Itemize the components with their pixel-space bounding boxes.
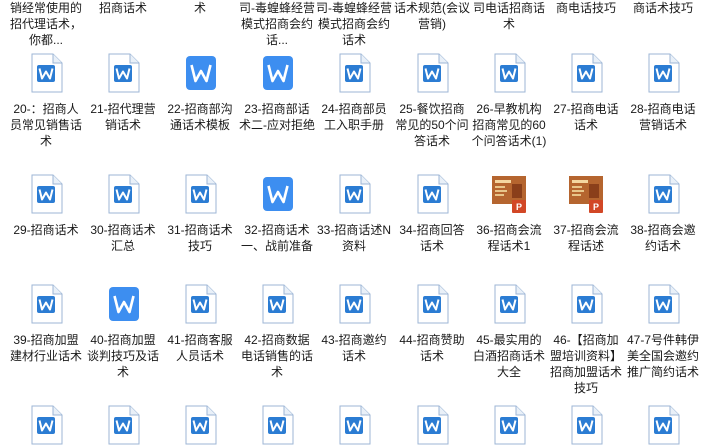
word-doc-icon [106,53,140,93]
file-name-label: 27-招商电话话术 [553,102,619,132]
svg-text:P: P [593,202,599,212]
wps-word-icon [260,174,294,214]
word-doc-icon [492,405,526,445]
file-name-label: 招商话术 [98,1,147,15]
file-name-label: 34-招商回答话术 [399,223,465,253]
word-doc-icon [415,53,449,93]
ppt-thumbnail-icon: P [492,174,526,214]
file-name-label: 司-毒蝗蜂经营模式招商会约话术 [316,1,392,47]
word-doc-icon [337,53,371,93]
word-doc-icon [646,53,680,93]
file-name-label: 26-早教机构 招商常见的60个问答话术(1) [471,102,547,148]
word-doc-icon [29,53,63,93]
word-doc-icon [183,174,217,214]
word-doc-icon [337,284,371,324]
file-name-label: 21-招代理营销话术 [90,102,156,132]
file-name-label: 44-招商赞助话术 [399,333,465,363]
file-name-label: 24-招商部员工入职手册 [321,102,387,132]
file-name-label: 42-招商数据电话销售的话术 [240,333,313,379]
file-name-label: 29-招商话术 [13,223,79,237]
file-name-label: 45-最实用的白酒招商话术大全 [472,333,545,379]
word-doc-icon [415,284,449,324]
file-name-label: 37-招商会流程话述 [553,223,619,253]
word-doc-icon [569,53,603,93]
wps-word-icon [183,53,217,93]
file-name-label: 20-：招商人员常见销售话术 [9,102,82,148]
word-doc-icon [337,405,371,445]
ppt-thumbnail-icon: P [569,174,603,214]
word-doc-icon [415,405,449,445]
word-doc-icon [29,284,63,324]
file-name-label: 术 [193,1,206,15]
file-name-label: 22-招商部沟通话术模板 [167,102,233,132]
word-doc-icon [260,405,294,445]
word-doc-icon [646,405,680,445]
word-doc-icon [260,284,294,324]
svg-text:P: P [516,202,522,212]
file-name-label: 47-7号件韩伊美全国会邀约推广简约话术 [626,333,700,379]
file-name-label: 40-招商加盟谈判技巧及话术 [86,333,159,379]
file-name-label: 46-【招商加盟培训资料】招商加盟话术技巧 [549,333,622,395]
file-name-label: 33-招商话述N资料 [316,223,391,253]
file-name-label: 43-招商邀约话术 [321,333,387,363]
file-name-label: 司电话招商话术 [472,1,545,31]
file-name-label: 25-餐饮招商常见的50个问答话术 [395,102,469,148]
file-grid: 销经常使用的招代理话术，你都... 招商话术术司-毒蝗蜂经营模式招商会约话... 司… [0,0,710,445]
file-name-label: 销经常使用的招代理话术，你都... [9,1,82,47]
word-doc-icon [646,174,680,214]
wps-word-icon [260,53,294,93]
word-doc-icon [415,174,449,214]
word-doc-icon [29,174,63,214]
file-name-label: 30-招商话术汇总 [90,223,156,253]
word-doc-icon [106,174,140,214]
file-name-label: 39-招商加盟建材行业话术 [9,333,82,363]
file-name-label: 38-招商会邀约话术 [630,223,696,253]
file-name-label: 话术规范(会议营销) [394,1,470,31]
file-name-label: 28-招商电话营销话术 [630,102,696,132]
word-doc-icon [106,405,140,445]
word-doc-icon [646,284,680,324]
word-doc-icon [337,174,371,214]
word-doc-icon [492,284,526,324]
file-name-label: 32-招商话术一、战前准备 [240,223,313,253]
word-doc-icon [183,405,217,445]
file-name-label: 商电话技巧 [555,1,616,15]
word-doc-icon [492,53,526,93]
word-doc-icon [29,405,63,445]
file-name-label: 23-招商部话术二-应对拒绝 [239,102,315,132]
file-name-label: 41-招商客服人员话术 [167,333,233,363]
file-name-label: 司-毒蝗蜂经营模式招商会约话... [239,1,315,47]
word-doc-icon [569,284,603,324]
word-doc-icon [183,284,217,324]
file-name-label: 商话术技巧 [632,1,693,15]
word-doc-icon [569,405,603,445]
wps-word-icon [106,284,140,324]
file-name-label: 36-招商会流程话术1 [476,223,542,253]
file-name-label: 31-招商话术技巧 [167,223,233,253]
